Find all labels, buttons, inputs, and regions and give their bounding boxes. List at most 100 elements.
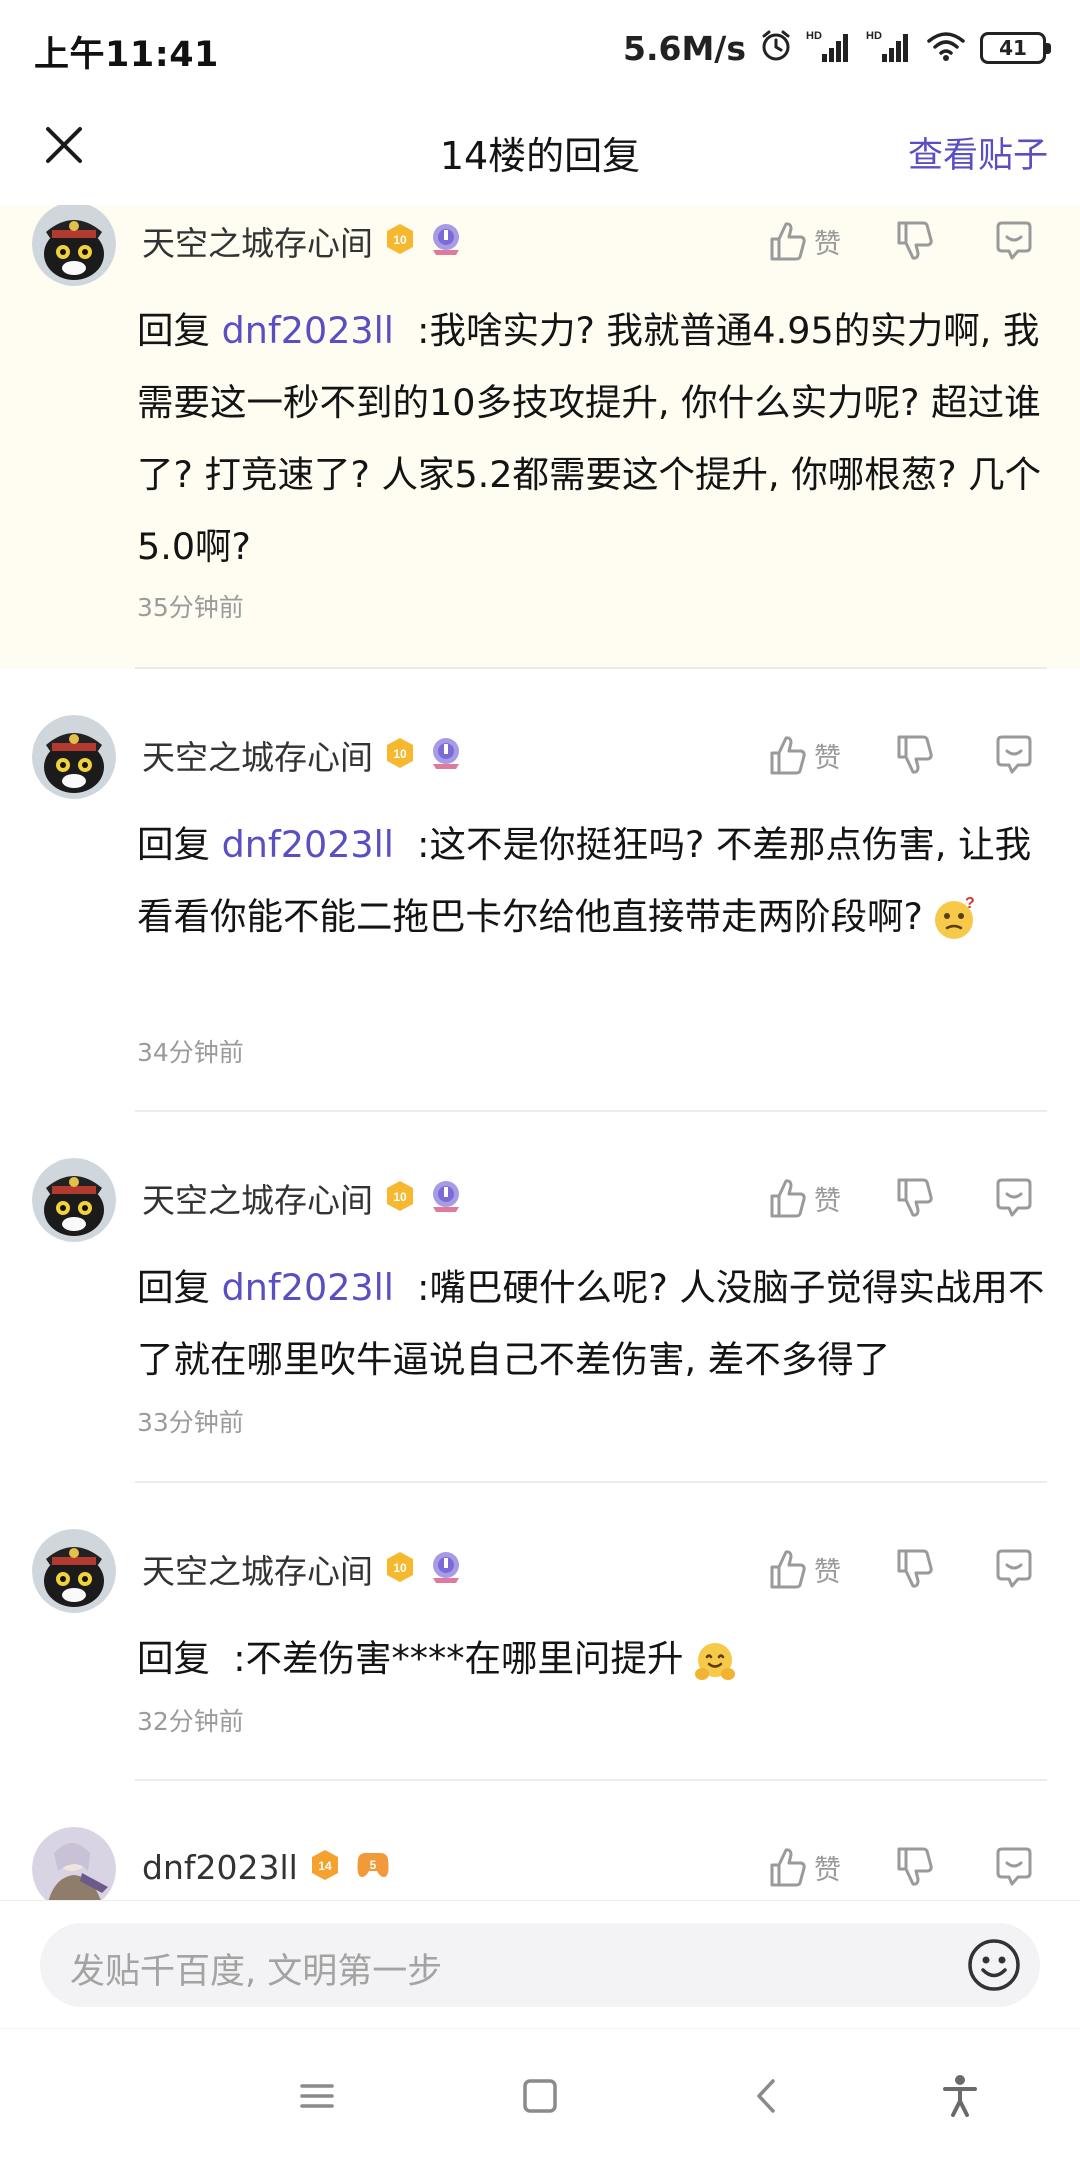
like-button[interactable]: 赞 xyxy=(768,1539,841,1599)
comment-icon xyxy=(996,1178,1032,1217)
comment-button[interactable] xyxy=(992,725,1036,785)
member-badge-icon xyxy=(427,734,465,776)
thumbs-down-icon xyxy=(897,1178,933,1217)
reply-actions: 赞 xyxy=(760,1837,1060,1897)
username[interactable]: 天空之城存心间 xyxy=(142,731,373,779)
comment-button[interactable] xyxy=(992,1539,1036,1599)
dislike-button[interactable] xyxy=(895,725,935,785)
member-badge-icon xyxy=(427,1177,465,1219)
input-placeholder: 发贴千百度, 文明第一步 xyxy=(70,1952,443,1992)
avatar[interactable] xyxy=(32,1827,116,1900)
hugging-face-icon xyxy=(694,1642,735,1680)
thumbs-down-icon xyxy=(897,221,933,260)
reply-input-bar: 发贴千百度, 文明第一步 xyxy=(0,1900,1080,2028)
reply-actions: 赞 xyxy=(760,1168,1060,1228)
comment-icon xyxy=(996,735,1032,774)
comment-button[interactable] xyxy=(992,1837,1036,1897)
dislike-button[interactable] xyxy=(895,211,935,271)
username[interactable]: dnf2023ll xyxy=(142,1848,298,1887)
thumbs-up-icon xyxy=(770,222,806,261)
username[interactable]: 天空之城存心间 xyxy=(142,1174,373,1222)
username-row: 天空之城存心间 10 xyxy=(142,215,465,267)
smiley-icon xyxy=(968,1939,1020,1991)
reply-content: 回复 dnf2023ll :我啥实力? 我就普通4.95的实力啊, 我需要这一秒… xyxy=(137,295,1057,583)
like-label: 赞 xyxy=(814,1854,841,1886)
like-button[interactable]: 赞 xyxy=(768,725,841,785)
reply-text: :不差伤害****在哪里问提升 xyxy=(233,1637,684,1680)
comment-button[interactable] xyxy=(992,1168,1036,1228)
reply-actions: 赞 xyxy=(760,1539,1060,1599)
dislike-button[interactable] xyxy=(895,1539,935,1599)
username-row: 天空之城存心间 10 xyxy=(142,1172,465,1224)
gamepad-badge-icon: 5 xyxy=(352,1847,394,1887)
status-time: 上午11:41 xyxy=(34,35,219,75)
network-speed: 5.6M/s xyxy=(623,28,746,68)
menu-button[interactable] xyxy=(292,2071,342,2121)
emoji-button[interactable] xyxy=(966,1937,1022,1993)
reply-item: 天空之城存心间 10 赞 回复 dnf2023ll :嘴巴硬什么呢? 人没脑子觉… xyxy=(0,1112,1080,1483)
reply-prefix: 回复 xyxy=(137,1266,210,1309)
reply-item: dnf2023ll 14 5 赞 xyxy=(0,1781,1080,1900)
thumbs-down-icon xyxy=(897,1549,933,1588)
mention-link[interactable]: dnf2023ll xyxy=(222,309,394,352)
back-chevron-icon xyxy=(757,2079,775,2113)
username-row: 天空之城存心间 10 xyxy=(142,729,465,781)
home-square-icon xyxy=(523,2079,557,2113)
reply-time: 32分钟前 xyxy=(137,1707,244,1736)
battery-indicator: 41 xyxy=(980,32,1051,64)
reply-time: 33分钟前 xyxy=(137,1408,244,1437)
accessibility-icon xyxy=(943,2075,977,2117)
thumbs-up-icon xyxy=(770,736,806,775)
view-post-link[interactable]: 查看贴子 xyxy=(908,127,1048,178)
avatar[interactable] xyxy=(32,715,116,799)
reply-prefix: 回复 xyxy=(137,823,210,866)
dislike-button[interactable] xyxy=(895,1168,935,1228)
svg-text:HD: HD xyxy=(806,30,822,42)
thumbs-up-icon xyxy=(770,1848,806,1887)
back-button[interactable] xyxy=(742,2071,792,2121)
reply-actions: 赞 xyxy=(760,725,1060,785)
level-badge: 10 xyxy=(383,736,417,774)
reply-prefix: 回复 xyxy=(137,309,210,352)
mention-link[interactable]: dnf2023ll xyxy=(222,823,394,866)
reply-actions: 赞 xyxy=(760,211,1060,271)
level-badge: 10 xyxy=(383,1550,417,1588)
reply-time: 34分钟前 xyxy=(137,1038,244,1067)
username[interactable]: 天空之城存心间 xyxy=(142,217,373,265)
like-label: 赞 xyxy=(814,1185,841,1217)
reply-content: 回复 dnf2023ll :嘴巴硬什么呢? 人没脑子觉得实战用不了就在哪里吹牛逼… xyxy=(137,1252,1057,1396)
level-number: 10 xyxy=(393,233,407,247)
reply-list: 天空之城存心间 10 赞 回复 dnf2023ll :我啥实力? 我就普通4.9… xyxy=(0,205,1080,1900)
wifi-icon xyxy=(926,30,966,66)
thumbs-down-icon xyxy=(897,1847,933,1886)
username[interactable]: 天空之城存心间 xyxy=(142,1545,373,1593)
signal-hd-icon-2: HD xyxy=(866,28,912,68)
svg-text:?: ? xyxy=(965,896,975,912)
avatar[interactable] xyxy=(32,1529,116,1613)
like-button[interactable]: 赞 xyxy=(768,1168,841,1228)
mention-link[interactable]: dnf2023ll xyxy=(222,1266,394,1309)
reply-input[interactable]: 发贴千百度, 文明第一步 xyxy=(40,1923,1040,2007)
avatar[interactable] xyxy=(32,205,116,286)
reply-item: 天空之城存心间 10 赞 回复 dnf2023ll :这不是你挺狂吗? 不差那点… xyxy=(0,669,1080,1112)
status-icons: 5.6M/s HD HD 41 xyxy=(623,26,1051,70)
dislike-button[interactable] xyxy=(895,1837,935,1897)
comment-button[interactable] xyxy=(992,211,1036,271)
level-number: 14 xyxy=(318,1859,332,1873)
avatar[interactable] xyxy=(32,1158,116,1242)
signal-hd-icon: HD xyxy=(806,28,852,68)
like-button[interactable]: 赞 xyxy=(768,1837,841,1897)
thinking-face-icon: ? xyxy=(934,896,975,939)
level-badge: 14 xyxy=(308,1848,342,1886)
accessibility-button[interactable] xyxy=(935,2071,985,2121)
member-badge-icon xyxy=(427,1548,465,1590)
thumbs-up-icon xyxy=(770,1179,806,1218)
comment-icon xyxy=(996,1847,1032,1886)
thumbs-up-icon xyxy=(770,1550,806,1589)
like-button[interactable]: 赞 xyxy=(768,211,841,271)
menu-icon xyxy=(300,2084,334,2108)
home-button[interactable] xyxy=(515,2071,565,2121)
member-badge-icon xyxy=(427,220,465,262)
alarm-icon xyxy=(760,29,792,67)
system-nav-bar xyxy=(0,2028,1080,2158)
